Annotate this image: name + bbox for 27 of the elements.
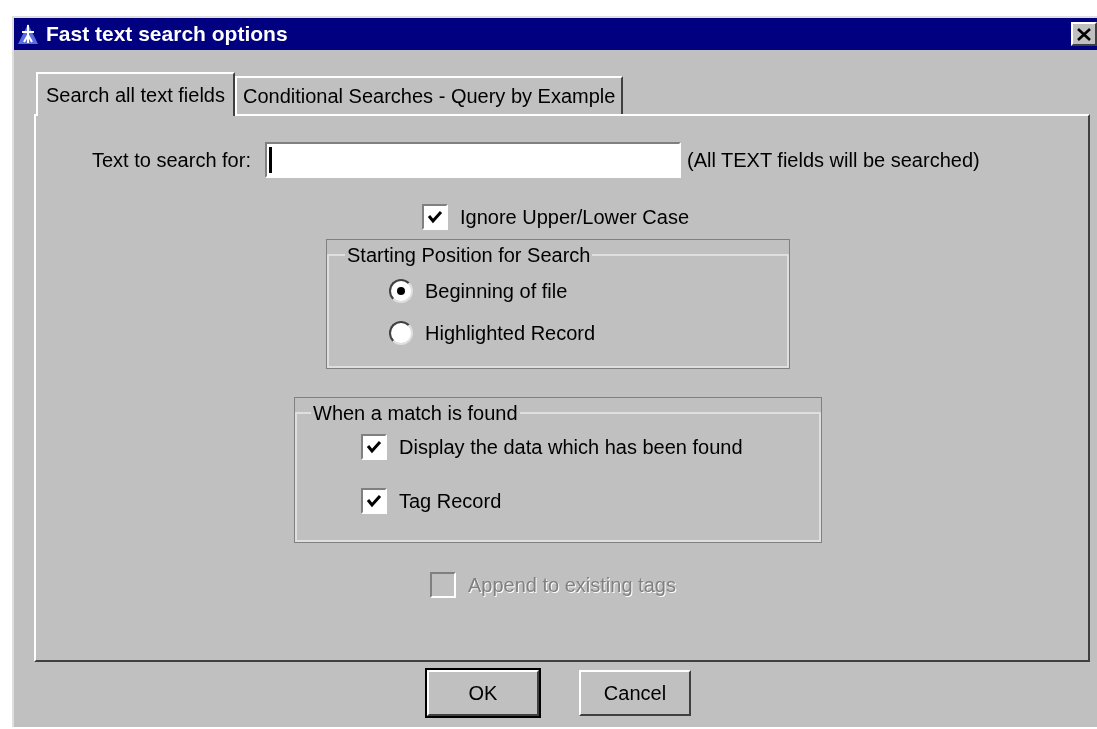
window-title: Fast text search options [46, 21, 289, 48]
checkbox-label: Tag Record [399, 489, 502, 514]
checkmark-icon [366, 494, 382, 508]
checkbox-label: Display the data which has been found [399, 435, 743, 460]
tab[interactable]: Conditional Searches - Query by Example [235, 76, 624, 114]
tab[interactable]: Search all text fields [36, 72, 235, 116]
close-icon [1077, 27, 1091, 41]
checkbox-label: Ignore Upper/Lower Case [460, 205, 689, 230]
checkmark-icon [427, 210, 443, 224]
radio-button[interactable] [389, 279, 413, 303]
checkbox[interactable] [361, 434, 387, 460]
group-title: Starting Position for Search [346, 243, 592, 268]
checkbox[interactable] [422, 204, 448, 230]
dialog-button[interactable]: Cancel [579, 670, 691, 716]
radio-label: Beginning of file [425, 279, 568, 304]
checkmark-icon [366, 440, 382, 454]
dialog-button[interactable]: OK [427, 670, 539, 716]
close-button[interactable] [1071, 22, 1097, 46]
search-field[interactable] [264, 142, 681, 178]
radio-label: Highlighted Record [425, 321, 596, 346]
field-label: Text to search for: [92, 148, 251, 173]
checkbox[interactable] [361, 488, 387, 514]
app-icon [16, 22, 40, 46]
radio-button[interactable] [389, 321, 413, 345]
group-title: When a match is found [312, 401, 519, 426]
hint-text: (All TEXT fields will be searched) [686, 148, 980, 173]
checkbox-label: Append to existing tags [468, 573, 676, 598]
